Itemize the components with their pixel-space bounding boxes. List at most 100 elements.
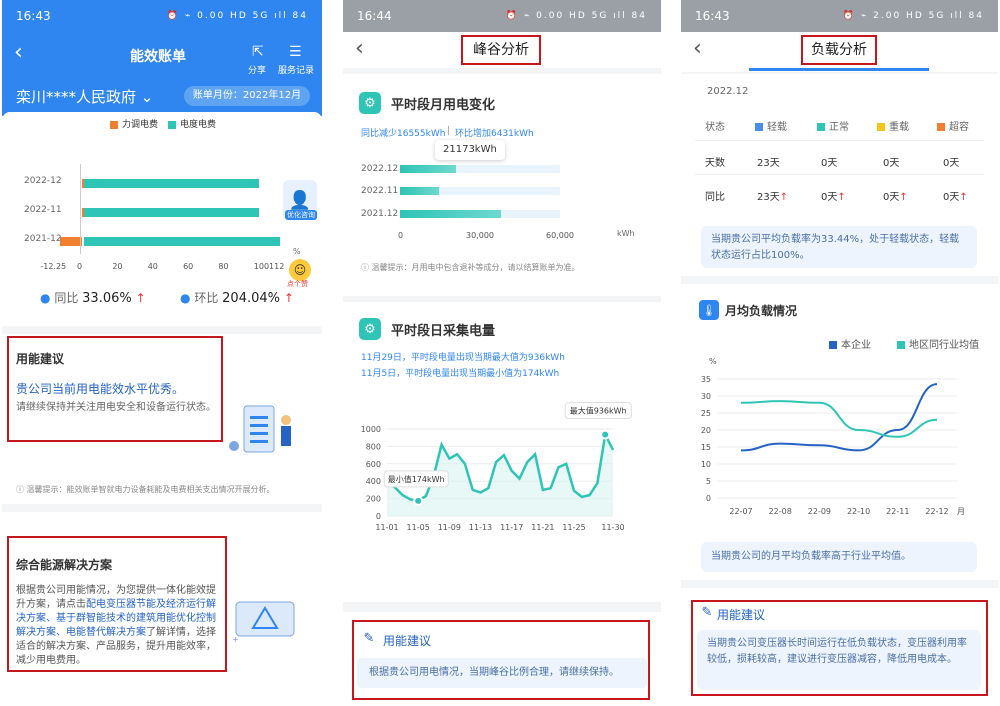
divider: [695, 174, 984, 175]
tip-text: ⓘ 温馨提示：能效账单智就电力设备耗能及电费相关支出情况开展分析。: [16, 485, 275, 494]
bar-value: [400, 210, 501, 218]
days-light: 23天: [757, 158, 780, 169]
records-icon[interactable]: ☰: [289, 44, 302, 60]
yoy-label: 同比: [705, 192, 725, 203]
x-unit: kWh: [617, 229, 635, 238]
page-title: 能效账单: [130, 49, 186, 65]
mom-label: 环比: [194, 291, 219, 305]
yoy-light: 23天↑: [757, 192, 789, 203]
yoy-heavy: 0天↑: [883, 192, 908, 203]
checklist-illustration-icon: [224, 402, 304, 462]
bar-energy: [84, 208, 259, 217]
legend-normal: 正常: [817, 118, 849, 133]
bill-chart-card: 力调电费 电度电费 2022-12 2022-11 2021-12 -12.25…: [2, 112, 322, 326]
divider: |: [447, 126, 451, 136]
settings-icon: ⚙: [359, 318, 381, 340]
x-tick-label: 80: [218, 262, 229, 271]
svg-text:+: +: [232, 635, 239, 644]
load-line-chart: % 35 30 25 20 15 10 5 0 22-07 22-08 22-09 22-10 22-11…: [701, 357, 965, 516]
y-tick-label: 0: [376, 512, 381, 521]
load-analysis-screen: 16:43 ⏰ ⌁ 2.00 HD 5G ıll 84 ‹ 负载分析 2022.…: [681, 0, 998, 706]
x-tick-label: 30,000: [466, 231, 494, 240]
org-name: 栾川****人民政府: [16, 88, 137, 106]
settings-icon: ⚙: [359, 92, 381, 114]
x-tick-label: 22-09: [808, 507, 831, 516]
x-tick-label: 22-07: [729, 507, 752, 516]
yoy-value: 33.06%: [82, 291, 132, 306]
days-normal: 0天: [821, 158, 838, 169]
load-status-card: 2022.12 状态 轻载 正常 重载 超容 天数 23天 0天 0天 0天 同…: [681, 74, 998, 276]
highlight-box: [352, 620, 650, 700]
x-tick-label: 0: [77, 262, 83, 271]
bar-value: [400, 165, 457, 173]
x-tick-label: 22-11: [886, 507, 909, 516]
row-label: 2022.11: [361, 186, 399, 196]
optimize-button[interactable]: 优化咨询: [285, 210, 317, 220]
y-tick-label: 0: [706, 494, 711, 503]
mom-stat: ● 环比 204.04% ↑: [180, 291, 294, 306]
x-tick-label: 11-17: [500, 523, 523, 532]
y-tick-label: 15: [701, 443, 711, 452]
monthly-usage-card: ⚙ 平时段月用电变化 同比减少16555kWh | 环比增加6431kWh 21…: [343, 74, 661, 296]
back-icon[interactable]: ‹: [355, 36, 364, 61]
bar-energy: [84, 179, 259, 188]
days-label: 天数: [705, 158, 725, 169]
y-tick-label: 800: [366, 442, 381, 451]
arrow-up-icon: ↑: [837, 192, 846, 203]
like-label[interactable]: 点个赞: [287, 279, 308, 289]
legend-light: 轻载: [755, 118, 787, 133]
highlight-box: [7, 336, 223, 442]
like-icon[interactable]: ☺: [289, 259, 311, 281]
arrow-up-icon: ↑: [135, 291, 146, 305]
svg-text:最小值174kWh: 最小值174kWh: [388, 474, 445, 484]
org-selector[interactable]: 栾川****人民政府 ⌄: [16, 86, 153, 107]
status-icons: ⏰ ⌁ 2.00 HD 5G ıll 84: [842, 11, 984, 21]
back-icon[interactable]: ‹: [14, 40, 23, 65]
arrow-up-icon: ↑: [959, 192, 968, 203]
x-tick-label: -12.25: [40, 262, 67, 271]
page-title: 负载分析: [801, 35, 877, 65]
daily-line-chart: 1000 800 600 400 200 0 11-01 11-05 11-09 11-13 11-…: [361, 402, 632, 532]
status-icons: ⏰ ⌁ 0.00 HD 5G ıll 84: [505, 11, 647, 21]
page-title: 峰谷分析: [461, 35, 541, 65]
records-button[interactable]: 服务记录: [278, 63, 314, 76]
share-icon[interactable]: ⇱: [252, 44, 264, 60]
x-tick-label: 11-25: [562, 523, 585, 532]
min-note: 11月5日，平时段电量出现当期最小值为174kWh: [361, 369, 560, 379]
y-tick-label: 25: [701, 409, 711, 418]
y-tick-label: 1000: [361, 425, 381, 434]
x-tick-label: 11-13: [469, 523, 492, 532]
bar-value: [400, 187, 440, 195]
zero-axis: [80, 164, 81, 254]
min-point: [413, 495, 424, 506]
x-tick-label: 11-01: [375, 523, 398, 532]
x-tick-label: 22-08: [769, 507, 792, 516]
back-icon[interactable]: ‹: [693, 36, 702, 61]
chevron-down-icon: ⌄: [140, 88, 154, 106]
tip-text: ⓘ 温馨提示：月用电中包含退补等成分，请以结算账单为准。: [361, 263, 580, 272]
bill-month-badge[interactable]: 账单月份：2022年12月: [184, 86, 310, 106]
days-heavy: 0天: [883, 158, 900, 169]
status-bar: 16:43 ⏰ ⌁ 0.00 HD 5G ıll 84: [2, 0, 322, 32]
month-label: 2022.12: [707, 86, 749, 97]
info-icon: ⓘ: [361, 263, 369, 272]
x-tick-label: 月: [957, 507, 965, 516]
status-icons: ⏰ ⌁ 0.00 HD 5G ıll 84: [166, 11, 308, 21]
section-title: 平时段日采集电量: [391, 324, 496, 339]
y-tick-label: 10: [701, 460, 711, 469]
daily-usage-card: ⚙ 平时段日采集电量 11月29日，平时段电量出现当期最大值为936kWh 11…: [343, 302, 661, 602]
section-title: 平时段月用电变化: [391, 98, 496, 113]
section-title: 月均负载情况: [725, 304, 798, 318]
x-tick-label: 20: [112, 262, 123, 271]
bar-power-factor: [60, 237, 82, 246]
status-time: 16:43: [695, 9, 730, 23]
highlight-box: [7, 536, 227, 672]
status-time: 16:43: [16, 9, 51, 23]
x-tick-label: 100112: [253, 262, 285, 271]
y-tick-label: 20: [701, 426, 711, 435]
arrow-up-icon: ↑: [283, 291, 294, 305]
share-button[interactable]: 分享: [248, 63, 266, 76]
x-tick-label: 11-30: [601, 523, 624, 532]
status-bar: 16:44 ⏰ ⌁ 0.00 HD 5G ıll 84: [343, 0, 661, 32]
legend-company: 本企业: [829, 336, 871, 351]
